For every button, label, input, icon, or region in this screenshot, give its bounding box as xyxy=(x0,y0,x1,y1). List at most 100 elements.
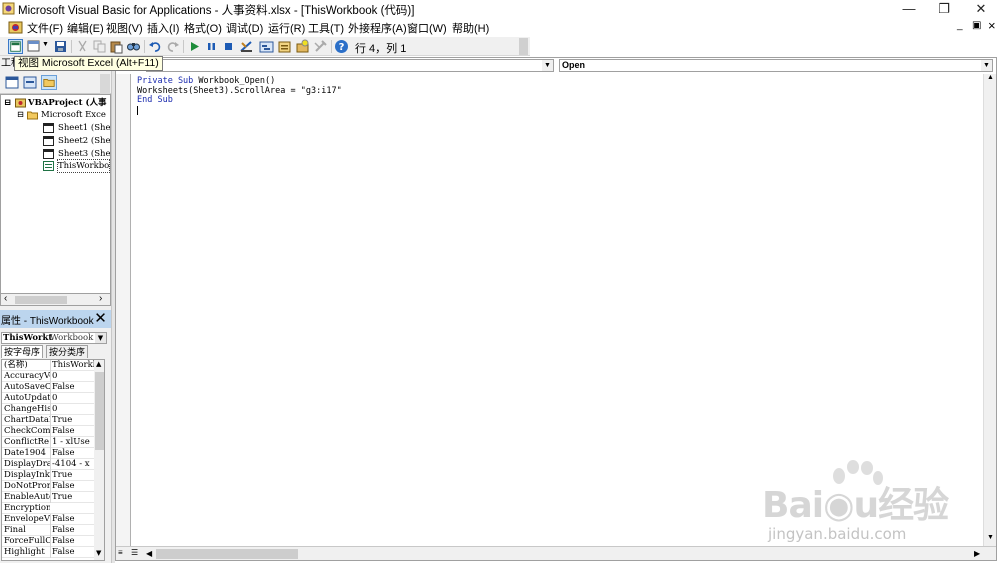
save-icon[interactable] xyxy=(53,39,68,54)
toggle-folders-icon[interactable] xyxy=(41,75,57,90)
chevron-down-icon[interactable]: ▼ xyxy=(981,60,992,71)
property-value[interactable]: ThisWorkb xyxy=(50,360,94,371)
property-value[interactable]: 0 xyxy=(50,404,94,415)
run-icon[interactable] xyxy=(187,39,202,54)
scroll-down-icon[interactable]: ▼ xyxy=(96,549,101,557)
property-row[interactable]: ForceFullC False xyxy=(2,536,94,547)
full-module-view-icon[interactable]: ☰ xyxy=(131,548,138,557)
cut-icon[interactable] xyxy=(75,39,90,54)
close-button[interactable]: ✕ xyxy=(963,0,999,18)
property-row[interactable]: Final False xyxy=(2,525,94,536)
dropdown-arrow-icon[interactable]: ▼ xyxy=(42,41,49,48)
menu-insert[interactable]: 插入(I) xyxy=(147,20,179,36)
reset-icon[interactable] xyxy=(221,39,236,54)
property-row[interactable]: ConflictRe 1 - xlUse xyxy=(2,437,94,448)
property-value[interactable]: -4104 - x xyxy=(50,459,94,470)
property-row[interactable]: Encryption xyxy=(2,503,94,514)
menu-addins[interactable]: 外接程序(A) xyxy=(348,20,407,36)
property-value[interactable]: True xyxy=(50,470,94,481)
paste-icon[interactable] xyxy=(109,39,124,54)
property-value[interactable]: False xyxy=(50,382,94,393)
mdi-close-button[interactable]: × xyxy=(988,18,996,33)
property-row[interactable]: DoNotPrompFalse xyxy=(2,481,94,492)
project-explorer-icon[interactable] xyxy=(259,39,274,54)
scroll-up-icon[interactable]: ▲ xyxy=(987,74,994,81)
property-row[interactable]: DisplayDra -4104 - x xyxy=(2,459,94,470)
tab-alphabetic[interactable]: 按字母序 xyxy=(1,345,44,358)
toolbox-icon[interactable] xyxy=(313,39,328,54)
property-value[interactable]: False xyxy=(50,514,94,525)
property-row[interactable]: DisplayInk True xyxy=(2,470,94,481)
property-value[interactable]: False xyxy=(50,536,94,547)
property-value[interactable]: False xyxy=(50,525,94,536)
property-row[interactable]: AutoUpdate0 xyxy=(2,393,94,404)
menu-file[interactable]: 文件(F) xyxy=(27,20,63,36)
object-browser-icon[interactable] xyxy=(295,39,310,54)
property-value[interactable]: False xyxy=(50,547,94,558)
property-row[interactable]: ChartDataP True xyxy=(2,415,94,426)
property-row[interactable]: AccuracyVe 0 xyxy=(2,371,94,382)
property-value[interactable]: 0 xyxy=(50,371,94,382)
properties-vertical-scrollbar[interactable]: ▲ ▼ xyxy=(94,360,104,560)
menu-help[interactable]: 帮助(H) xyxy=(452,20,489,36)
property-value[interactable]: True xyxy=(50,415,94,426)
undo-icon[interactable] xyxy=(148,39,163,54)
menu-format[interactable]: 格式(O) xyxy=(184,20,222,36)
chevron-down-icon[interactable]: ▼ xyxy=(542,60,553,71)
code-margin-bar[interactable] xyxy=(116,74,131,546)
object-combo[interactable]: ok ▼ xyxy=(146,59,554,72)
scroll-left-icon[interactable]: ◀ xyxy=(146,549,152,558)
scrollbar-thumb[interactable] xyxy=(95,372,104,450)
scroll-right-icon[interactable]: › xyxy=(99,293,102,304)
property-row[interactable]: Highlight False xyxy=(2,547,94,558)
property-value[interactable]: 1 - xlUse xyxy=(50,437,94,448)
minimize-button[interactable]: — xyxy=(891,0,927,18)
property-row[interactable]: ChangeHist 0 xyxy=(2,404,94,415)
chevron-down-icon[interactable]: ▼ xyxy=(95,333,106,343)
menu-view[interactable]: 视图(V) xyxy=(106,20,143,36)
scroll-left-icon[interactable]: ‹ xyxy=(4,293,7,304)
tree-root-vbaproject[interactable]: ⊟ VBAProject (人事 xyxy=(4,97,106,109)
scrollbar-thumb[interactable] xyxy=(156,549,298,559)
toolbar-grip[interactable] xyxy=(519,38,528,55)
procedure-combo[interactable]: Open ▼ xyxy=(559,59,993,72)
property-value[interactable]: 0 xyxy=(50,393,94,404)
view-code-icon[interactable] xyxy=(4,75,20,90)
tab-categorized[interactable]: 按分类序 xyxy=(46,345,89,358)
view-object-icon[interactable] xyxy=(22,75,38,90)
scrollbar-thumb[interactable] xyxy=(15,296,67,304)
copy-icon[interactable] xyxy=(92,39,107,54)
redo-icon[interactable] xyxy=(165,39,180,54)
collapse-icon[interactable]: ⊟ xyxy=(4,98,11,108)
property-row[interactable]: CheckCompaFalse xyxy=(2,426,94,437)
collapse-icon[interactable]: ⊟ xyxy=(17,110,24,120)
property-value[interactable]: True xyxy=(50,492,94,503)
mdi-restore-button[interactable]: ▣ xyxy=(972,20,981,31)
menu-window[interactable]: 窗口(W) xyxy=(407,20,447,36)
menu-edit[interactable]: 编辑(E) xyxy=(67,20,104,36)
menu-tools[interactable]: 工具(T) xyxy=(308,20,344,36)
property-value[interactable]: False xyxy=(50,448,94,459)
design-mode-icon[interactable] xyxy=(239,39,254,54)
properties-window-icon[interactable] xyxy=(277,39,292,54)
property-value[interactable]: False xyxy=(50,426,94,437)
tree-horizontal-scrollbar[interactable]: ‹ › xyxy=(0,293,111,306)
menu-debug[interactable]: 调试(D) xyxy=(226,20,263,36)
object-select[interactable]: ThisWorkt Workbook ▼ xyxy=(1,332,107,344)
help-icon[interactable]: ? xyxy=(334,39,349,54)
property-row[interactable]: (名称) ThisWorkb xyxy=(2,360,94,371)
find-icon[interactable] xyxy=(126,39,141,54)
break-icon[interactable] xyxy=(204,39,219,54)
pane-scroll-stub[interactable] xyxy=(100,74,110,94)
property-row[interactable]: EnvelopeVi False xyxy=(2,514,94,525)
property-row[interactable]: AutoSaveOrFalse xyxy=(2,382,94,393)
property-value[interactable]: False xyxy=(50,481,94,492)
mdi-minimize-button[interactable]: _ xyxy=(957,20,963,31)
procedure-view-icon[interactable]: ≡ xyxy=(118,548,123,557)
property-row[interactable]: EnableAuto True xyxy=(2,492,94,503)
scroll-up-icon[interactable]: ▲ xyxy=(96,360,101,368)
close-icon[interactable]: ✕ xyxy=(93,311,108,327)
vba-project-icon[interactable] xyxy=(8,20,23,35)
tree-folder-microsoft-excel-objects[interactable]: ⊟ Microsoft Exce xyxy=(17,109,106,121)
view-excel-icon[interactable] xyxy=(8,39,23,54)
